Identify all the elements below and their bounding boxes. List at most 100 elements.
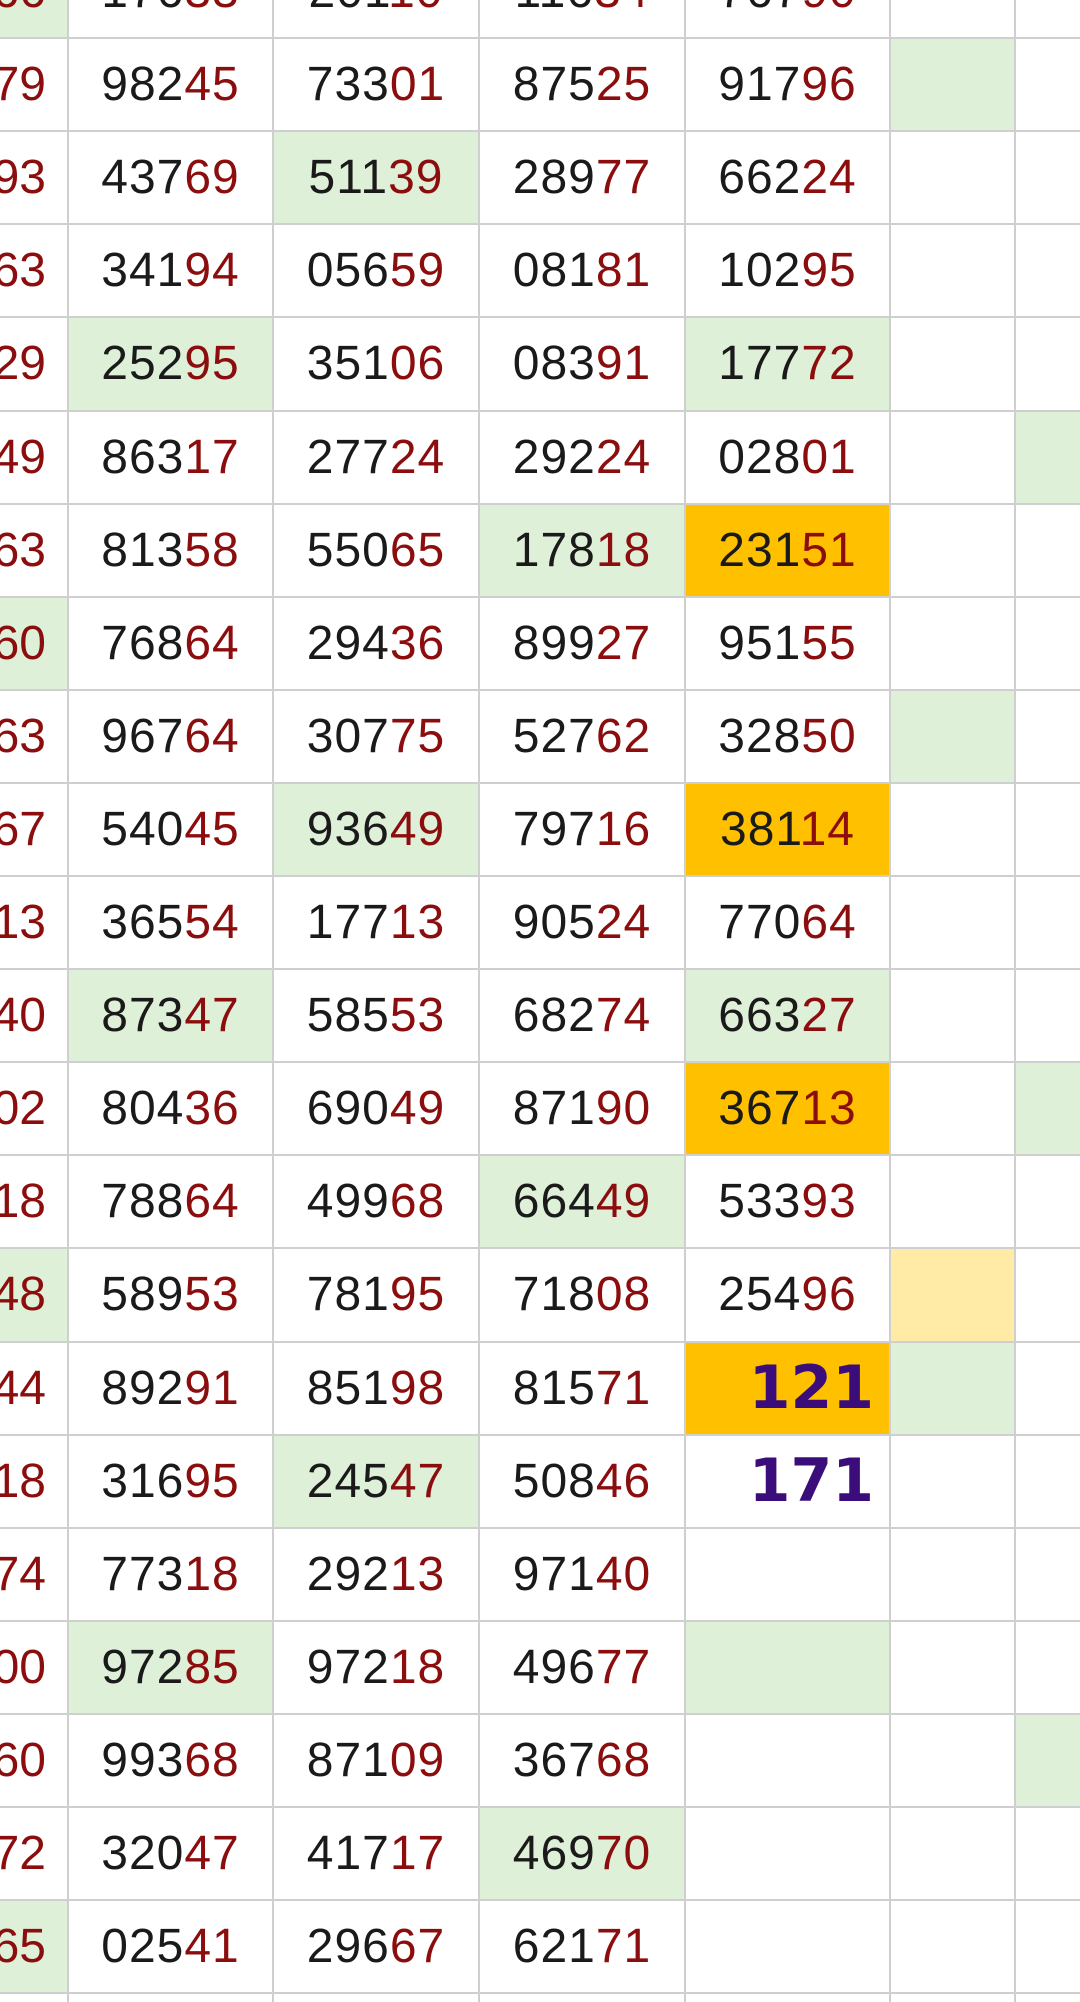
empty-cell[interactable] [1015, 1342, 1080, 1435]
grid-cell[interactable]: 17818 [479, 503, 685, 597]
grid-cell[interactable]: 24547 [273, 1434, 479, 1528]
empty-cell[interactable] [1015, 0, 1080, 38]
grid-cell[interactable]: 05659 [273, 224, 479, 317]
edge-cell[interactable]: 60 [0, 1714, 68, 1807]
empty-cell[interactable] [890, 689, 1015, 783]
edge-cell[interactable]: 63 [0, 504, 68, 597]
edge-cell[interactable]: 02 [0, 1062, 68, 1155]
empty-cell[interactable] [1015, 1900, 1080, 1993]
empty-cell[interactable] [890, 1435, 1015, 1528]
grid-cell[interactable]: 87525 [479, 38, 685, 131]
edge-cell[interactable]: 48 [0, 1248, 68, 1342]
grid-cell[interactable]: 17633 [68, 0, 273, 38]
empty-cell[interactable] [1015, 38, 1080, 131]
edge-cell[interactable]: 65 [0, 1900, 68, 1994]
grid-cell[interactable]: 76864 [68, 597, 273, 690]
edge-cell[interactable]: 18 [0, 1435, 68, 1528]
edge-cell[interactable]: 63 [0, 224, 68, 317]
empty-cell[interactable] [1015, 1807, 1080, 1900]
grid-cell[interactable]: 17713 [273, 876, 479, 969]
edge-cell[interactable]: 29 [0, 317, 68, 410]
edge-cell[interactable]: 66 [0, 0, 68, 39]
grid-cell[interactable]: 36713 [685, 1062, 890, 1156]
grid-cell[interactable]: 27724 [273, 411, 479, 504]
grid-cell[interactable] [685, 1620, 890, 1714]
grid-cell[interactable]: 32047 [68, 1807, 273, 1900]
empty-cell[interactable] [890, 504, 1015, 597]
empty-cell[interactable] [1015, 131, 1080, 224]
edge-cell[interactable]: 13 [0, 876, 68, 969]
grid-cell[interactable]: 99368 [68, 1714, 273, 1807]
empty-cell[interactable] [1015, 410, 1080, 504]
empty-cell[interactable] [890, 1900, 1015, 1993]
empty-cell[interactable] [1015, 597, 1080, 690]
grid-cell[interactable]: 08391 [479, 317, 685, 410]
empty-cell[interactable] [890, 1062, 1015, 1155]
grid-cell[interactable]: 68274 [479, 969, 685, 1062]
grid-cell[interactable]: 10295 [685, 224, 890, 317]
grid-cell[interactable]: 66224 [685, 131, 890, 224]
grid-cell[interactable]: 49677 [479, 1621, 685, 1714]
edge-cell[interactable]: 18 [0, 1155, 68, 1248]
grid-cell[interactable]: 81571 [479, 1342, 685, 1435]
grid-cell[interactable]: 52762 [479, 690, 685, 783]
grid-cell[interactable]: 77064 [685, 876, 890, 969]
empty-cell[interactable] [1015, 1528, 1080, 1621]
grid-cell[interactable]: 96764 [68, 690, 273, 783]
empty-cell[interactable] [890, 876, 1015, 969]
grid-cell[interactable]: 85198 [273, 1342, 479, 1435]
grid-cell[interactable]: 29224 [479, 411, 685, 504]
empty-cell[interactable] [890, 783, 1015, 876]
grid-cell[interactable]: 97285 [68, 1620, 273, 1714]
empty-cell[interactable] [890, 1807, 1015, 1900]
grid-cell[interactable]: 87190 [479, 1062, 685, 1155]
grid-cell[interactable]: 66449 [479, 1155, 685, 1249]
grid-cell[interactable]: 02541 [68, 1900, 273, 1993]
grid-cell[interactable]: 171 [685, 1435, 890, 1528]
empty-cell[interactable] [1015, 876, 1080, 969]
grid-cell[interactable]: 30775 [273, 690, 479, 783]
grid-cell[interactable]: 25295 [68, 317, 273, 411]
grid-cell[interactable]: 36554 [68, 876, 273, 969]
grid-cell[interactable]: 95155 [685, 597, 890, 690]
empty-cell[interactable] [890, 224, 1015, 317]
grid-cell[interactable]: 49968 [273, 1155, 479, 1248]
grid-cell[interactable]: 46970 [479, 1807, 685, 1901]
grid-cell[interactable]: 29436 [273, 597, 479, 690]
grid-cell[interactable]: 66327 [685, 969, 890, 1063]
grid-cell[interactable]: 77318 [68, 1528, 273, 1621]
empty-cell[interactable] [890, 969, 1015, 1062]
grid-cell[interactable]: 58953 [68, 1248, 273, 1341]
edge-cell[interactable]: 60 [0, 596, 68, 690]
grid-cell[interactable]: 93649 [273, 782, 479, 876]
empty-cell[interactable] [1015, 1062, 1080, 1156]
grid-cell[interactable]: 78864 [68, 1155, 273, 1248]
empty-cell[interactable] [890, 1248, 1015, 1342]
empty-cell[interactable] [1015, 969, 1080, 1062]
empty-cell[interactable] [1015, 1155, 1080, 1248]
grid-cell[interactable]: 41717 [273, 1807, 479, 1900]
edge-cell[interactable]: 79 [0, 38, 68, 131]
grid-cell[interactable]: 73301 [273, 38, 479, 131]
grid-cell[interactable]: 35106 [273, 317, 479, 410]
grid-cell[interactable] [685, 1528, 890, 1621]
empty-cell[interactable] [1015, 1621, 1080, 1714]
grid-cell[interactable]: 32850 [685, 690, 890, 783]
edge-cell[interactable]: 72 [0, 1807, 68, 1900]
grid-cell[interactable]: 08181 [479, 224, 685, 317]
empty-cell[interactable] [890, 1341, 1015, 1435]
grid-cell[interactable]: 53393 [685, 1155, 890, 1248]
edge-cell[interactable]: 63 [0, 690, 68, 783]
grid-cell[interactable]: 97218 [273, 1621, 479, 1714]
grid-cell[interactable]: 71808 [479, 1248, 685, 1341]
empty-cell[interactable] [890, 131, 1015, 224]
grid-cell[interactable]: 89927 [479, 597, 685, 690]
grid-cell[interactable] [685, 1900, 890, 1993]
empty-cell[interactable] [890, 0, 1015, 38]
empty-cell[interactable] [890, 38, 1015, 132]
grid-cell[interactable]: 58553 [273, 969, 479, 1062]
grid-cell[interactable]: 02801 [685, 411, 890, 504]
grid-cell[interactable]: 29667 [273, 1900, 479, 1993]
empty-cell[interactable] [1015, 504, 1080, 597]
empty-cell[interactable] [1015, 690, 1080, 783]
